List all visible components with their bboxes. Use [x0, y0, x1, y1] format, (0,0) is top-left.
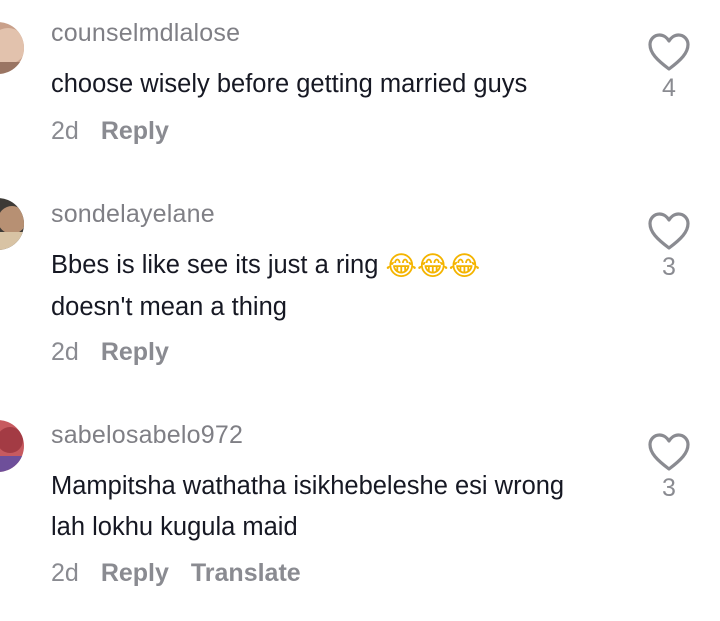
comment-text-line: doesn't mean a thing [51, 293, 287, 321]
comment-meta: 2d Reply Translate [51, 559, 301, 588]
comment-text: Bbes is like see its just a ring 😂😂😂 doe… [51, 245, 611, 328]
heart-icon[interactable] [647, 432, 691, 472]
reply-button[interactable]: Reply [101, 117, 169, 146]
laughing-emoji: 😂😂😂 [385, 251, 481, 282]
avatar[interactable] [0, 420, 24, 472]
comment-username[interactable]: counselmdlalose [51, 19, 240, 48]
comment-text-line: Bbes is like see its just a ring [51, 251, 379, 279]
like-count: 4 [662, 74, 676, 102]
comment-time: 2d [51, 338, 79, 366]
like-control: 3 [641, 211, 697, 282]
comment-time: 2d [51, 559, 79, 587]
heart-icon[interactable] [647, 211, 691, 251]
like-control: 3 [641, 432, 697, 503]
like-count: 3 [662, 474, 676, 502]
comment-text: Mampitsha wathatha isikhebeleshe esi wro… [51, 472, 565, 541]
comment-time: 2d [51, 117, 79, 145]
avatar[interactable] [0, 198, 24, 250]
like-control: 4 [641, 32, 697, 103]
heart-icon[interactable] [647, 32, 691, 72]
comment-username[interactable]: sabelosabelo972 [51, 421, 243, 450]
comment-text: choose wisely before getting married guy… [51, 70, 528, 98]
comment-meta: 2d Reply [51, 338, 169, 367]
reply-button[interactable]: Reply [101, 559, 169, 588]
like-count: 3 [662, 253, 676, 281]
translate-button[interactable]: Translate [191, 559, 301, 588]
reply-button[interactable]: Reply [101, 338, 169, 367]
comment-meta: 2d Reply [51, 117, 169, 146]
avatar[interactable] [0, 22, 24, 74]
comment-username[interactable]: sondelayelane [51, 200, 215, 229]
